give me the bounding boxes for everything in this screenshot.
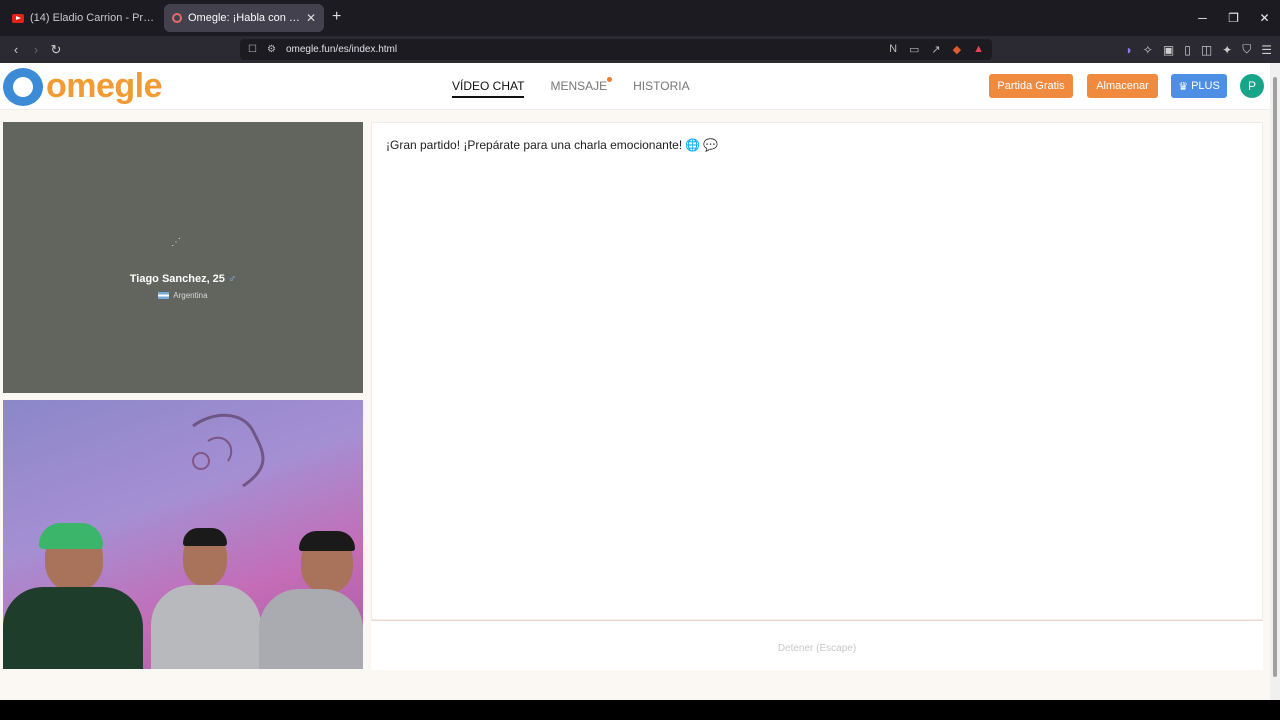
tab-title: (14) Eladio Carrion - Progreso (Video bbox=[30, 12, 156, 24]
loading-icon: ⋰ bbox=[171, 237, 181, 248]
menu-icon[interactable]: ☰ bbox=[1261, 43, 1272, 57]
url-text[interactable]: omegle.fun/es/index.html bbox=[286, 44, 879, 55]
webcam-person-1 bbox=[3, 519, 143, 669]
webcam-person-2 bbox=[151, 524, 261, 669]
crown-icon: ♛ bbox=[1178, 80, 1189, 93]
country-text: Argentina bbox=[173, 291, 208, 300]
vpn-icon[interactable]: ◫ bbox=[1201, 43, 1212, 57]
omegle-tab-icon bbox=[172, 13, 182, 23]
pip-icon[interactable]: ▭ bbox=[909, 43, 919, 56]
plus-button[interactable]: ♛ PLUS bbox=[1171, 74, 1227, 98]
rewards-icon[interactable]: ▲ bbox=[973, 43, 984, 56]
page-scrollbar[interactable] bbox=[1270, 63, 1280, 700]
youtube-icon bbox=[12, 13, 24, 23]
tab-title: Omegle: ¡Habla con Desconocidos bbox=[188, 12, 300, 24]
browser-nav-bar: ‹ › ↻ ☐ ⚙ omegle.fun/es/index.html N ▭ ↗… bbox=[0, 36, 1280, 63]
restore-icon[interactable]: ❐ bbox=[1218, 0, 1249, 36]
remote-video: ⋰ Tiago Sanchez, 25 ♂ Argentina bbox=[3, 122, 363, 393]
chat-bubble-icon: 💬 bbox=[703, 138, 719, 152]
nav-history[interactable]: HISTORIA bbox=[633, 79, 689, 98]
page: omegle VÍDEO CHAT MENSAJE HISTORIA Parti… bbox=[0, 63, 1270, 700]
site-header: omegle VÍDEO CHAT MENSAJE HISTORIA Parti… bbox=[0, 63, 1270, 110]
remote-name-text: Tiago Sanchez, 25 bbox=[129, 273, 225, 285]
bookmark-icon[interactable]: ☐ bbox=[248, 44, 257, 55]
wallet-icon[interactable]: ▣ bbox=[1163, 43, 1174, 57]
close-tab-icon[interactable]: ✕ bbox=[306, 11, 316, 25]
stop-label: Detener bbox=[777, 643, 814, 654]
webcam-person-3 bbox=[255, 529, 363, 669]
notification-dot bbox=[607, 77, 613, 82]
browser-tab-bar: (14) Eladio Carrion - Progreso (Video Om… bbox=[0, 0, 1280, 36]
extensions-area: ◗ ✧ ▣ ▯ ◫ ✦ ⛉ ☰ bbox=[1126, 36, 1272, 63]
ai-icon[interactable]: ✦ bbox=[1222, 43, 1232, 57]
local-video bbox=[3, 400, 363, 669]
system-message-text: ¡Gran partido! ¡Prepárate para una charl… bbox=[386, 138, 683, 152]
minimize-icon[interactable]: ─ bbox=[1187, 0, 1218, 36]
forward-icon[interactable]: › bbox=[26, 42, 46, 57]
nav-message-label: MENSAJE bbox=[550, 79, 608, 93]
address-bar[interactable]: ☐ ⚙ omegle.fun/es/index.html N ▭ ↗ ◆ ▲ bbox=[240, 39, 992, 60]
shield-icon[interactable]: ◆ bbox=[953, 43, 961, 56]
tab-youtube[interactable]: (14) Eladio Carrion - Progreso (Video bbox=[4, 4, 164, 32]
system-message: ¡Gran partido! ¡Prepárate para una charl… bbox=[386, 138, 718, 152]
stop-hint: (Escape) bbox=[816, 643, 857, 654]
new-tab-button[interactable]: + bbox=[332, 8, 341, 26]
privacy-icon[interactable]: ⛉ bbox=[1242, 42, 1251, 57]
scrollbar-thumb[interactable] bbox=[1273, 77, 1277, 677]
remote-user-country: Argentina bbox=[3, 291, 363, 300]
nav-message[interactable]: MENSAJE bbox=[550, 77, 613, 98]
site-logo[interactable]: omegle bbox=[3, 67, 163, 106]
argentina-flag-icon bbox=[158, 292, 170, 300]
logo-icon bbox=[3, 67, 43, 106]
free-match-button[interactable]: Partida Gratis bbox=[989, 74, 1073, 98]
leo-icon[interactable]: ◗ bbox=[1126, 43, 1133, 57]
store-button[interactable]: Almacenar bbox=[1087, 74, 1158, 98]
reader-icon[interactable]: N bbox=[889, 43, 897, 56]
remote-user-name: Tiago Sanchez, 25 ♂ bbox=[3, 273, 363, 285]
sidebar-icon[interactable]: ▯ bbox=[1184, 43, 1191, 57]
site-info-icon[interactable]: ⚙ bbox=[267, 44, 276, 55]
window-controls: ─ ❐ ✕ bbox=[1187, 0, 1280, 36]
logo-text: omegle bbox=[46, 67, 163, 105]
chat-panel: ¡Gran partido! ¡Prepárate para una charl… bbox=[371, 122, 1263, 620]
plus-label: PLUS bbox=[1191, 80, 1220, 92]
nav-video-chat[interactable]: VÍDEO CHAT bbox=[452, 79, 525, 98]
close-window-icon[interactable]: ✕ bbox=[1249, 0, 1280, 36]
globe-icon: 🌐 bbox=[685, 138, 701, 152]
wall-tattoo-graphic bbox=[192, 413, 265, 488]
stop-button[interactable]: Detener (Escape) bbox=[371, 643, 1263, 654]
avatar[interactable]: P bbox=[1240, 74, 1264, 98]
reload-icon[interactable]: ↻ bbox=[46, 42, 66, 58]
stop-bar: Detener (Escape) bbox=[371, 620, 1263, 670]
tab-omegle[interactable]: Omegle: ¡Habla con Desconocidos ✕ bbox=[164, 4, 324, 32]
main-nav: VÍDEO CHAT MENSAJE HISTORIA bbox=[452, 77, 690, 98]
male-icon: ♂ bbox=[227, 273, 237, 285]
extensions-icon[interactable]: ✧ bbox=[1143, 43, 1153, 57]
back-icon[interactable]: ‹ bbox=[6, 42, 26, 57]
bottom-strip bbox=[0, 700, 1280, 720]
share-icon[interactable]: ↗ bbox=[931, 43, 940, 56]
